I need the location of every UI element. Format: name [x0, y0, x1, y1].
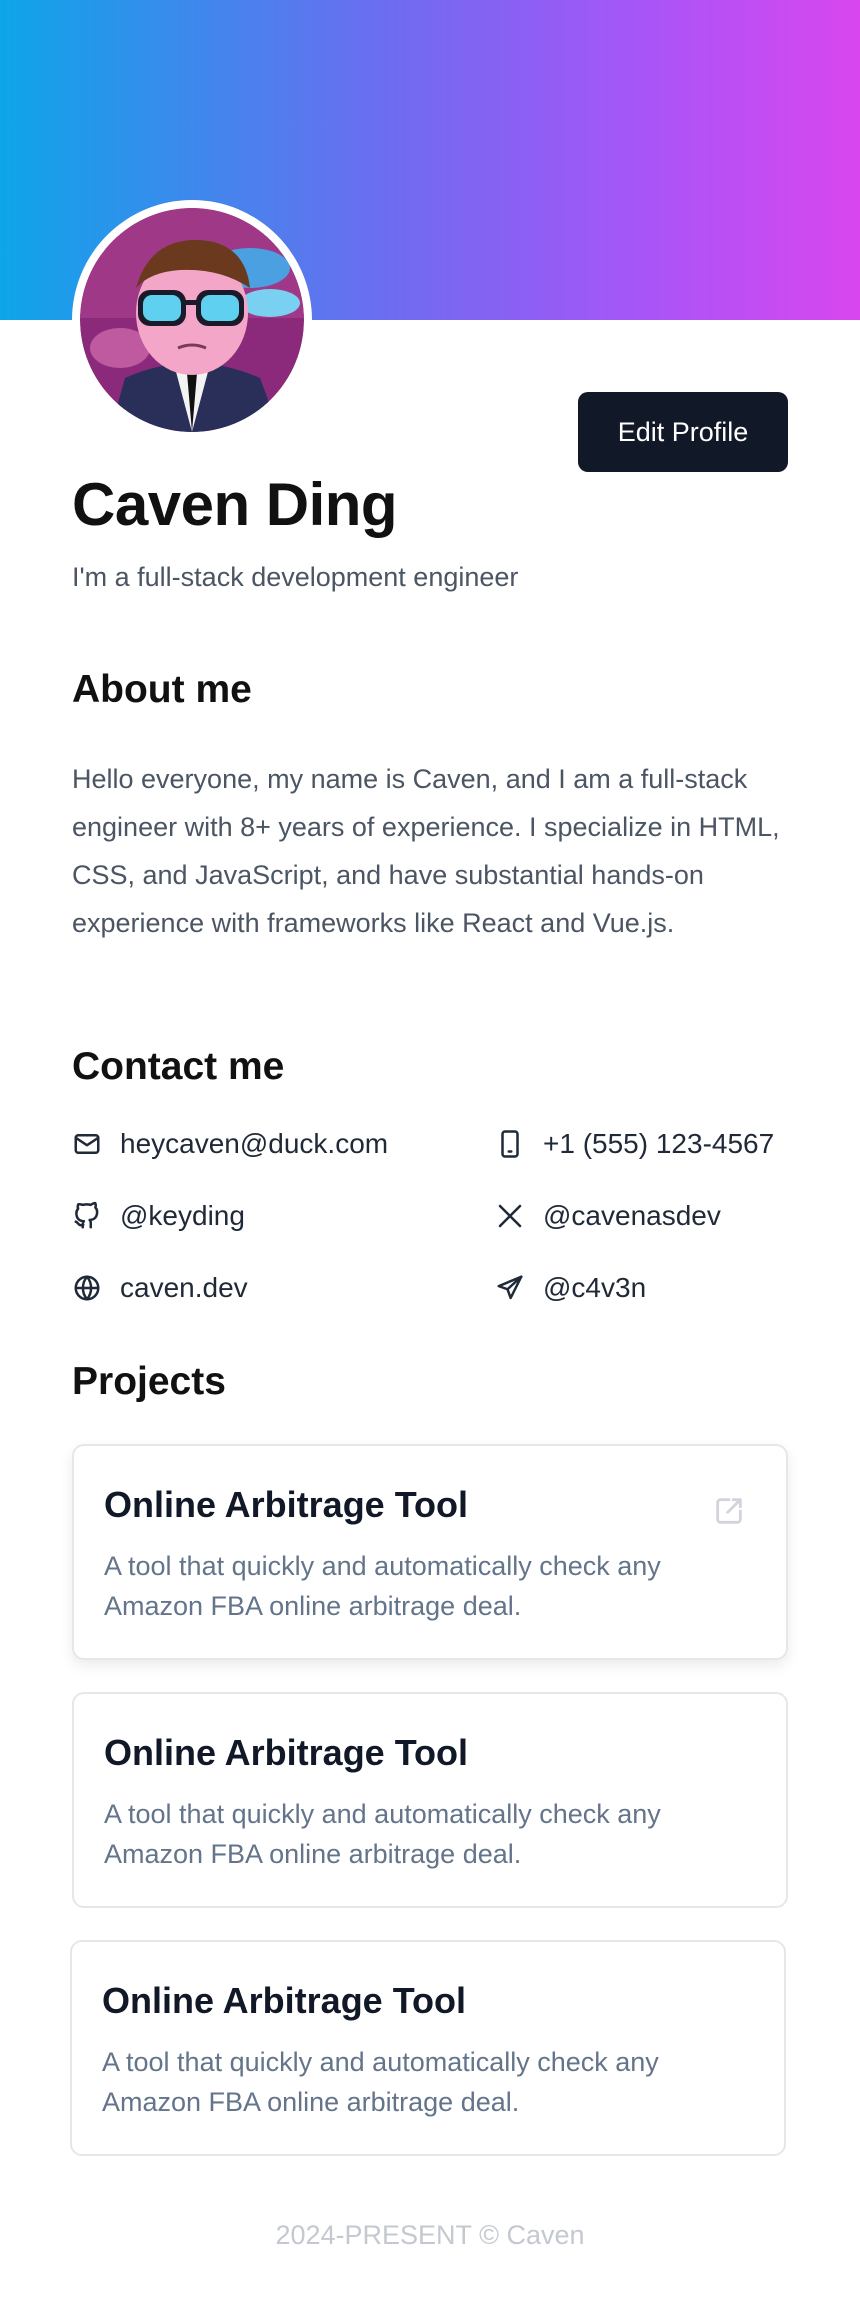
projects-heading: Projects [72, 1360, 226, 1403]
profile-tagline: I'm a full-stack development engineer [72, 562, 519, 592]
contact-phone-label: +1 (555) 123-4567 [543, 1128, 775, 1159]
project-title: Online Arbitrage Tool [102, 1980, 467, 2021]
contact-website-label: caven.dev [120, 1272, 248, 1303]
mobile-phone-icon [495, 1129, 525, 1159]
github-icon [72, 1201, 102, 1231]
about-heading: About me [72, 668, 252, 711]
project-description: A tool that quickly and automatically ch… [102, 2047, 659, 2117]
footer-copyright: 2024-PRESENT © Caven [275, 2220, 585, 2250]
project-description: A tool that quickly and automatically ch… [104, 1799, 661, 1869]
about-text: Hello everyone, my name is Caven, and I … [72, 764, 780, 938]
contact-telegram[interactable]: @c4v3n [495, 1272, 646, 1304]
contact-email-label: heycaven@duck.com [120, 1128, 389, 1159]
project-card[interactable]: Online Arbitrage Tool A tool that quickl… [70, 1940, 786, 2156]
edit-profile-button[interactable]: Edit Profile [578, 392, 788, 472]
avatar-image [80, 208, 304, 432]
project-title: Online Arbitrage Tool [104, 1732, 469, 1773]
contact-phone[interactable]: +1 (555) 123-4567 [495, 1128, 774, 1160]
contact-x[interactable]: @cavenasdev [495, 1200, 721, 1232]
external-link-icon[interactable] [712, 1494, 746, 1528]
avatar [72, 200, 312, 440]
profile-name: Caven Ding [72, 471, 398, 538]
project-title: Online Arbitrage Tool [104, 1484, 469, 1525]
contact-heading: Contact me [72, 1045, 285, 1088]
contact-github-label: @keyding [120, 1200, 245, 1231]
project-description: A tool that quickly and automatically ch… [104, 1551, 661, 1621]
x-logo-icon [495, 1201, 525, 1231]
contact-github[interactable]: @keyding [72, 1200, 245, 1232]
project-card[interactable]: Online Arbitrage Tool A tool that quickl… [72, 1692, 788, 1908]
contact-email[interactable]: heycaven@duck.com [72, 1128, 388, 1160]
project-card[interactable]: Online Arbitrage Tool A tool that quickl… [72, 1444, 788, 1660]
contact-telegram-label: @c4v3n [543, 1272, 647, 1303]
send-icon [495, 1273, 525, 1303]
contact-website[interactable]: caven.dev [72, 1272, 248, 1304]
contact-x-label: @cavenasdev [543, 1200, 721, 1231]
globe-icon [72, 1273, 102, 1303]
profile-page: Edit Profile Caven Ding I'm a full-stack… [0, 0, 860, 2300]
mail-icon [72, 1129, 102, 1159]
